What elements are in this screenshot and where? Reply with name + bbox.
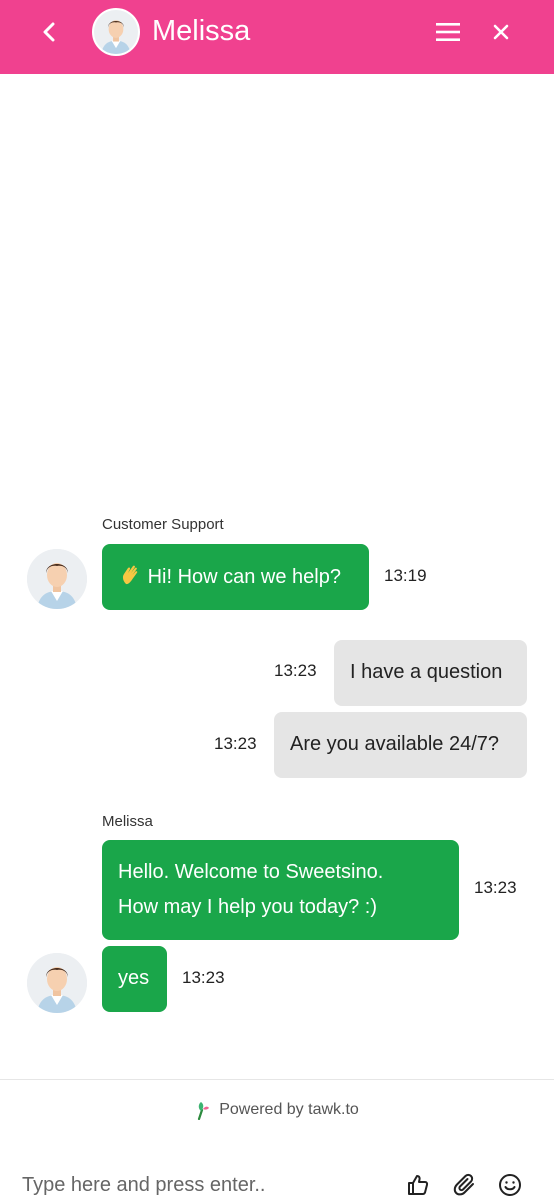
emoji-button[interactable] bbox=[495, 1170, 525, 1200]
message-bubble-in: Hi! How can we help? bbox=[102, 544, 369, 610]
powered-text: Powered by tawk.to bbox=[219, 1101, 359, 1118]
message-bubble-out: I have a question bbox=[334, 640, 527, 706]
agent-avatar bbox=[27, 953, 87, 1013]
message-bubble-out: Are you available 24/7? bbox=[274, 712, 527, 778]
waving-hand-icon bbox=[122, 565, 138, 585]
message-time: 13:23 bbox=[182, 968, 225, 987]
message-text: Hi! How can we help? bbox=[147, 566, 341, 588]
support-avatar bbox=[27, 549, 87, 609]
footer-divider bbox=[0, 1079, 554, 1080]
message-time: 13:19 bbox=[384, 566, 427, 585]
tawk-logo-icon bbox=[198, 1102, 210, 1121]
sender-label: Customer Support bbox=[102, 516, 224, 533]
rating-button[interactable] bbox=[403, 1170, 433, 1200]
message-text: Are you available 24/7? bbox=[290, 733, 500, 755]
message-time: 13:23 bbox=[274, 661, 317, 680]
powered-by[interactable]: Powered by tawk.to bbox=[0, 1100, 554, 1121]
close-icon bbox=[493, 24, 509, 40]
message-text-line: Hello. Welcome to Sweetsino. bbox=[118, 861, 384, 883]
message-time: 13:23 bbox=[214, 734, 257, 753]
sender-label: Melissa bbox=[102, 813, 153, 830]
hamburger-menu-icon bbox=[436, 23, 460, 41]
agent-avatar bbox=[92, 8, 140, 56]
attach-button[interactable] bbox=[450, 1170, 480, 1200]
menu-button[interactable] bbox=[432, 17, 464, 47]
message-bubble-in: yes bbox=[102, 946, 167, 1012]
chevron-left-icon bbox=[43, 22, 55, 42]
message-input[interactable] bbox=[22, 1170, 392, 1200]
thumbs-up-icon bbox=[408, 1175, 429, 1195]
message-bubble-in: Hello. Welcome to Sweetsino. How may I h… bbox=[102, 840, 459, 940]
message-time: 13:23 bbox=[474, 878, 517, 897]
agent-name: Melissa bbox=[152, 15, 251, 47]
message-text: I have a question bbox=[350, 661, 503, 683]
emoji-icon bbox=[499, 1174, 521, 1196]
message-text-line: How may I help you today? :) bbox=[118, 896, 378, 918]
paperclip-icon bbox=[453, 1173, 474, 1196]
close-button[interactable] bbox=[486, 17, 516, 47]
back-button[interactable] bbox=[34, 17, 64, 47]
message-text: yes bbox=[118, 967, 150, 989]
chat-header: Melissa bbox=[0, 0, 554, 74]
